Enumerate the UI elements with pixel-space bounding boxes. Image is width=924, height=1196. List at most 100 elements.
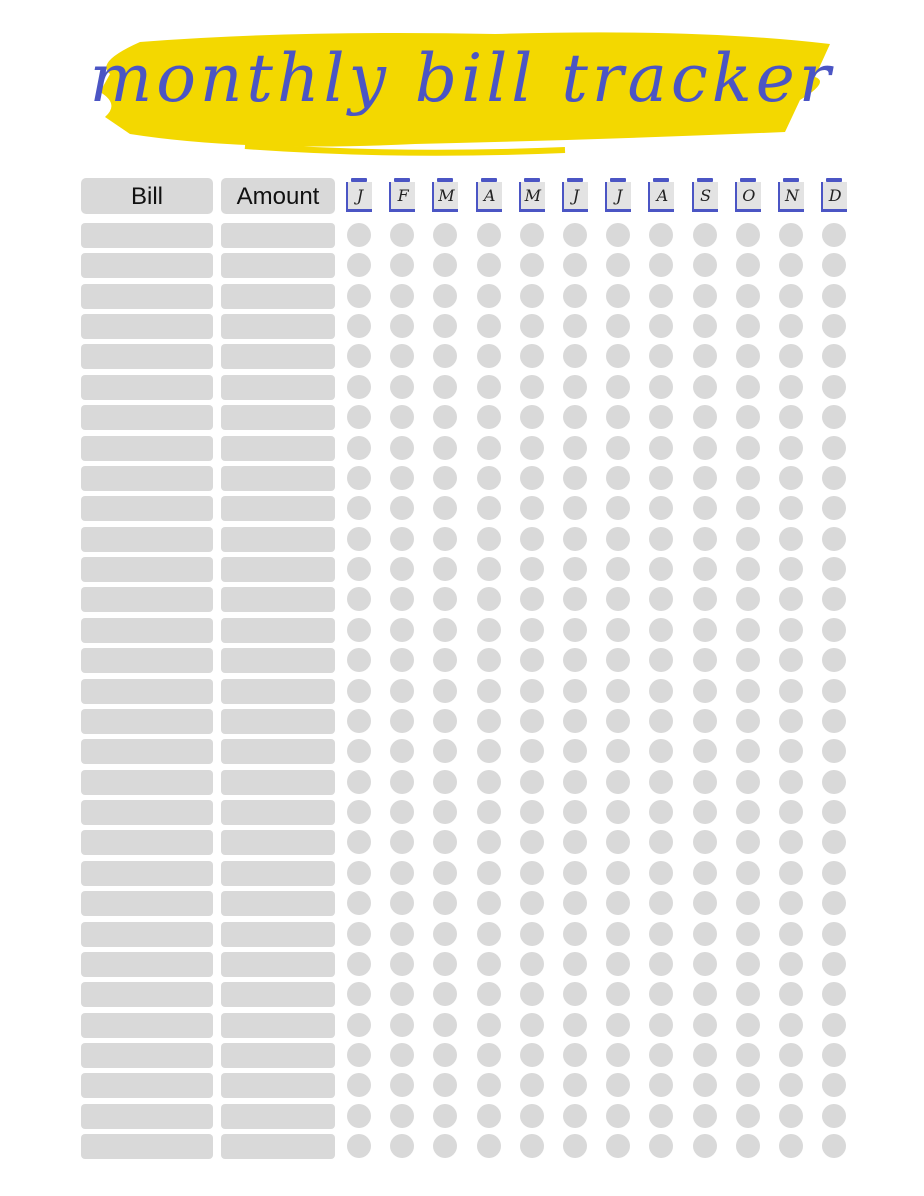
paid-checkbox[interactable] [779, 344, 803, 369]
paid-checkbox[interactable] [822, 648, 847, 673]
paid-checkbox[interactable] [563, 557, 587, 582]
paid-checkbox[interactable] [649, 800, 674, 825]
paid-checkbox[interactable] [822, 951, 847, 976]
paid-checkbox[interactable] [476, 860, 501, 885]
paid-checkbox[interactable] [390, 435, 415, 460]
paid-checkbox[interactable] [433, 223, 458, 247]
paid-checkbox[interactable] [433, 739, 458, 764]
paid-checkbox[interactable] [692, 982, 717, 1007]
bill-field[interactable] [81, 678, 213, 704]
paid-checkbox[interactable] [822, 587, 847, 612]
paid-checkbox[interactable] [649, 557, 674, 582]
bill-field[interactable] [81, 253, 213, 279]
paid-checkbox[interactable] [606, 678, 631, 703]
paid-checkbox[interactable] [606, 435, 631, 460]
amount-field[interactable] [221, 739, 335, 765]
paid-checkbox[interactable] [390, 557, 415, 582]
paid-checkbox[interactable] [390, 678, 415, 703]
paid-checkbox[interactable] [519, 557, 544, 582]
paid-checkbox[interactable] [563, 465, 587, 490]
paid-checkbox[interactable] [822, 1134, 847, 1159]
paid-checkbox[interactable] [347, 860, 371, 885]
paid-checkbox[interactable] [692, 860, 717, 885]
paid-checkbox[interactable] [563, 1073, 587, 1098]
paid-checkbox[interactable] [476, 617, 501, 642]
paid-checkbox[interactable] [735, 800, 760, 825]
amount-field[interactable] [221, 344, 335, 370]
paid-checkbox[interactable] [779, 982, 803, 1007]
paid-checkbox[interactable] [563, 678, 587, 703]
paid-checkbox[interactable] [649, 708, 674, 733]
paid-checkbox[interactable] [649, 1134, 674, 1159]
bill-field[interactable] [81, 830, 213, 856]
paid-checkbox[interactable] [822, 1042, 847, 1067]
bill-field[interactable] [81, 557, 213, 583]
paid-checkbox[interactable] [476, 830, 501, 855]
paid-checkbox[interactable] [649, 344, 674, 369]
paid-checkbox[interactable] [433, 708, 458, 733]
paid-checkbox[interactable] [519, 678, 544, 703]
paid-checkbox[interactable] [347, 1103, 371, 1128]
paid-checkbox[interactable] [433, 951, 458, 976]
paid-checkbox[interactable] [692, 374, 717, 399]
amount-field[interactable] [221, 1012, 335, 1038]
paid-checkbox[interactable] [779, 1073, 803, 1098]
paid-checkbox[interactable] [822, 1073, 847, 1098]
paid-checkbox[interactable] [476, 1012, 501, 1037]
paid-checkbox[interactable] [692, 344, 717, 369]
paid-checkbox[interactable] [649, 223, 674, 247]
paid-checkbox[interactable] [390, 526, 415, 551]
paid-checkbox[interactable] [649, 526, 674, 551]
paid-checkbox[interactable] [735, 526, 760, 551]
paid-checkbox[interactable] [433, 1134, 458, 1159]
paid-checkbox[interactable] [649, 1103, 674, 1128]
paid-checkbox[interactable] [390, 344, 415, 369]
paid-checkbox[interactable] [433, 405, 458, 430]
paid-checkbox[interactable] [779, 739, 803, 764]
paid-checkbox[interactable] [779, 860, 803, 885]
paid-checkbox[interactable] [433, 800, 458, 825]
paid-checkbox[interactable] [347, 678, 371, 703]
amount-field[interactable] [221, 648, 335, 674]
paid-checkbox[interactable] [519, 1073, 544, 1098]
paid-checkbox[interactable] [563, 587, 587, 612]
paid-checkbox[interactable] [563, 951, 587, 976]
paid-checkbox[interactable] [606, 739, 631, 764]
paid-checkbox[interactable] [779, 374, 803, 399]
paid-checkbox[interactable] [779, 1012, 803, 1037]
paid-checkbox[interactable] [606, 587, 631, 612]
paid-checkbox[interactable] [606, 465, 631, 490]
paid-checkbox[interactable] [692, 739, 717, 764]
paid-checkbox[interactable] [519, 617, 544, 642]
amount-field[interactable] [221, 283, 335, 309]
amount-field[interactable] [221, 1103, 335, 1129]
paid-checkbox[interactable] [606, 526, 631, 551]
paid-checkbox[interactable] [606, 344, 631, 369]
paid-checkbox[interactable] [347, 496, 371, 521]
paid-checkbox[interactable] [390, 860, 415, 885]
paid-checkbox[interactable] [563, 708, 587, 733]
paid-checkbox[interactable] [390, 496, 415, 521]
paid-checkbox[interactable] [476, 496, 501, 521]
paid-checkbox[interactable] [649, 1042, 674, 1067]
paid-checkbox[interactable] [347, 921, 371, 946]
bill-field[interactable] [81, 708, 213, 734]
paid-checkbox[interactable] [390, 800, 415, 825]
paid-checkbox[interactable] [649, 1012, 674, 1037]
paid-checkbox[interactable] [433, 1012, 458, 1037]
paid-checkbox[interactable] [735, 405, 760, 430]
paid-checkbox[interactable] [433, 617, 458, 642]
paid-checkbox[interactable] [390, 648, 415, 673]
paid-checkbox[interactable] [692, 435, 717, 460]
paid-checkbox[interactable] [519, 891, 544, 916]
paid-checkbox[interactable] [476, 557, 501, 582]
paid-checkbox[interactable] [347, 1134, 371, 1159]
paid-checkbox[interactable] [735, 617, 760, 642]
paid-checkbox[interactable] [692, 465, 717, 490]
paid-checkbox[interactable] [779, 921, 803, 946]
paid-checkbox[interactable] [519, 739, 544, 764]
paid-checkbox[interactable] [476, 648, 501, 673]
paid-checkbox[interactable] [519, 374, 544, 399]
amount-field[interactable] [221, 951, 335, 977]
amount-field[interactable] [221, 617, 335, 643]
